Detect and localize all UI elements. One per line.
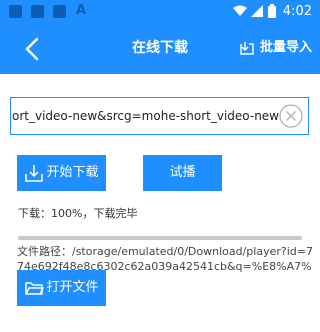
batch-import-button[interactable]: 批量导入 — [240, 37, 312, 59]
url-input-text: ohe-short_video-new&srcg=mohe-short_vide… — [11, 109, 279, 123]
preview-play-label: 试播 — [169, 165, 196, 180]
open-file-button[interactable]: 打开文件 — [17, 270, 106, 306]
url-input-box[interactable]: ohe-short_video-new&srcg=mohe-short_vide… — [10, 97, 309, 135]
notification-icon — [53, 5, 66, 18]
start-download-label: 开始下载 — [46, 165, 99, 180]
status-bar: A 4:02 — [0, 0, 320, 24]
import-icon — [240, 42, 254, 55]
notification-icon — [9, 5, 22, 18]
url-input[interactable]: ohe-short_video-new&srcg=mohe-short_vide… — [11, 98, 279, 134]
batch-import-label: 批量导入 — [259, 40, 312, 55]
folder-icon — [25, 282, 44, 295]
preview-play-button[interactable]: 试播 — [143, 155, 222, 191]
download-progress-fill — [18, 236, 302, 240]
notification-icon — [31, 5, 44, 18]
clock: 4:02 — [282, 4, 312, 19]
start-download-button[interactable]: 开始下载 — [17, 155, 106, 191]
download-status: 下载：100%，下载完毕 — [18, 207, 138, 220]
font-icon: A — [76, 3, 87, 18]
app-bar: 在线下载 批量导入 — [0, 24, 320, 74]
clear-icon[interactable] — [279, 104, 303, 128]
battery-icon — [268, 4, 276, 18]
download-progress-bar — [18, 236, 302, 240]
wifi-icon — [233, 5, 247, 16]
download-icon — [25, 165, 43, 182]
signal-icon — [251, 5, 263, 17]
open-file-label: 打开文件 — [46, 280, 99, 295]
